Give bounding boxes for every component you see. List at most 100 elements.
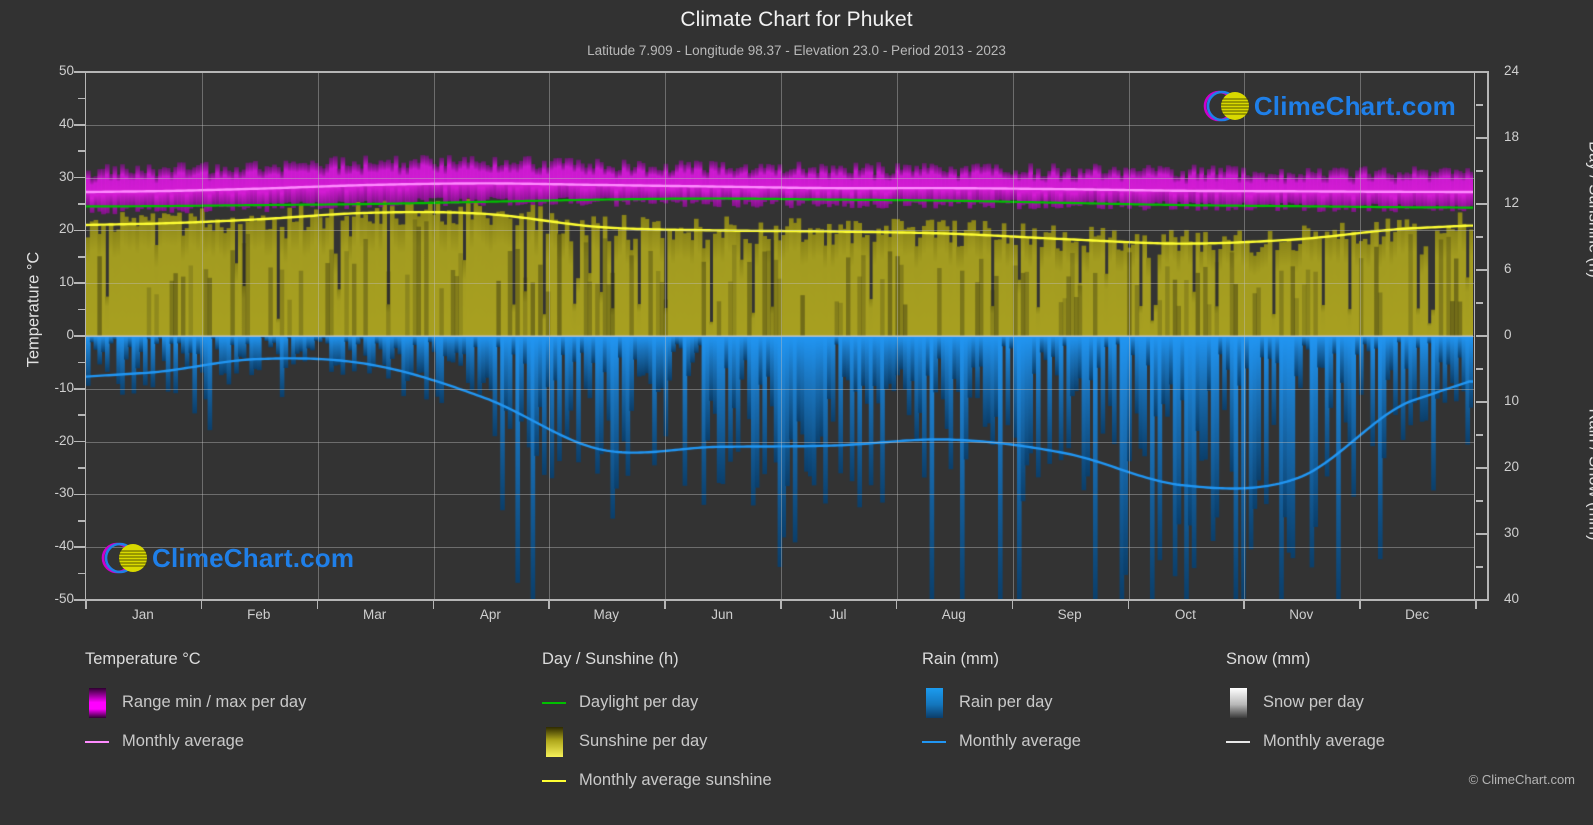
y-axis-tickmark-minor bbox=[78, 256, 85, 258]
y-axis-tick-label: 50 bbox=[58, 63, 74, 78]
y-axis-tickmark bbox=[74, 71, 85, 73]
y-axis-tickmark-minor bbox=[78, 467, 85, 469]
page-title: Climate Chart for Phuket bbox=[680, 8, 913, 31]
x-axis-tick-label-mar: Mar bbox=[362, 607, 387, 622]
watermark-text-bottom: ClimeChart.com bbox=[152, 542, 355, 573]
y-axis-tickmark bbox=[74, 335, 85, 337]
right-axis-tick-label-mm: 20 bbox=[1504, 459, 1520, 474]
legend-item[interactable]: Range min / max per day bbox=[85, 683, 306, 722]
white-line bbox=[1226, 740, 1250, 743]
right-axis-tickmark bbox=[1476, 335, 1487, 337]
right-axis-tickmark-minor bbox=[1476, 302, 1483, 304]
x-axis-tickmark bbox=[316, 600, 319, 609]
y-axis-tickmark bbox=[74, 176, 85, 179]
right-axis-tickmark-minor bbox=[1476, 566, 1483, 568]
x-axis-tick-label-may: May bbox=[593, 607, 620, 622]
right-axis-tickmark-minor bbox=[1476, 170, 1483, 172]
right-axis-line bbox=[1487, 71, 1489, 601]
x-axis-tick-label-jan: Jan bbox=[132, 607, 154, 622]
right-axis-tick-label-hours: 12 bbox=[1504, 195, 1520, 210]
legend-item-label: Monthly average sunshine bbox=[579, 771, 772, 789]
legend-item-label: Daylight per day bbox=[579, 693, 699, 711]
y-axis-tickmark-minor bbox=[78, 150, 85, 152]
blue-gradient-box bbox=[925, 687, 943, 718]
legend-item[interactable]: Monthly average sunshine bbox=[542, 761, 772, 800]
x-axis-tick-label-aug: Aug bbox=[941, 607, 966, 622]
legend-item[interactable]: Monthly average bbox=[85, 722, 306, 761]
x-axis-tickmark bbox=[1359, 600, 1361, 609]
x-axis-tickmark bbox=[1243, 600, 1245, 609]
legend-item-label: Range min / max per day bbox=[122, 693, 307, 711]
right-axis-tickmark-minor bbox=[1476, 236, 1483, 238]
right-axis-tickmark bbox=[1476, 71, 1487, 73]
x-axis-tick-label-dec: Dec bbox=[1405, 607, 1430, 622]
watermark-logo-top: ClimeChart.com bbox=[1202, 86, 1456, 126]
x-axis-tick-label-feb: Feb bbox=[247, 607, 271, 622]
legend-item-label: Monthly average bbox=[122, 732, 244, 750]
legend-item-label: Sunshine per day bbox=[579, 732, 708, 750]
x-axis-tickmark bbox=[432, 600, 434, 609]
legend-group-rain-mm: Rain (mm) Rain per day Monthly average bbox=[922, 650, 1081, 761]
y-axis-tickmark bbox=[74, 282, 85, 284]
right-axis-tickmark bbox=[1476, 533, 1487, 535]
legend-group-snow-mm: Snow (mm) Snow per day Monthly average bbox=[1226, 650, 1385, 761]
y-axis-tickmark-minor bbox=[78, 361, 85, 364]
watermark-logo-bottom: ClimeChart.com bbox=[100, 538, 354, 578]
x-axis-tickmark bbox=[85, 600, 87, 609]
x-axis-tickmark bbox=[1127, 600, 1129, 609]
blue-line bbox=[922, 740, 946, 743]
green-line bbox=[542, 701, 566, 704]
legend-item-label: Snow per day bbox=[1263, 693, 1364, 711]
y-axis-tick-label: -40 bbox=[54, 538, 74, 554]
legend-group-temperature-c: Temperature °C Range min / max per day Mon… bbox=[85, 650, 306, 761]
x-axis-tick-label-jun: Jun bbox=[711, 607, 733, 622]
climate-chart: Climate Chart for Phuket Latitude 7.909 … bbox=[0, 0, 1593, 825]
legend-item[interactable]: Daylight per day bbox=[542, 683, 772, 722]
legend-item[interactable]: Monthly average bbox=[922, 722, 1081, 761]
right-axis-tickmark-minor bbox=[1476, 269, 1483, 271]
y-axis-tickmark bbox=[74, 546, 85, 548]
right-axis-tickmark-minor bbox=[1476, 104, 1483, 106]
right-axis-tickmark-minor bbox=[1476, 368, 1483, 370]
magenta-line bbox=[85, 740, 109, 743]
right-axis-tickmark-minor bbox=[1476, 500, 1483, 502]
right-axis-tick-label-hours: 6 bbox=[1504, 261, 1512, 276]
legend-heading: Temperature °C bbox=[85, 650, 201, 668]
y-axis-tickmark bbox=[74, 229, 85, 232]
y-axis-tickmark-minor bbox=[78, 203, 85, 205]
x-axis-tickmark bbox=[548, 600, 550, 609]
legend-group-day-sunshine-h: Day / Sunshine (h) Daylight per day Sunshi… bbox=[542, 650, 772, 800]
x-axis-tick-label-oct: Oct bbox=[1174, 607, 1196, 622]
watermark-text-top: ClimeChart.com bbox=[1253, 90, 1456, 121]
y-axis-tickmark-minor bbox=[78, 572, 85, 575]
legend-item-label: Rain per day bbox=[959, 693, 1053, 711]
legend-item[interactable]: Monthly average bbox=[1226, 722, 1385, 761]
legend-item[interactable]: Snow per day bbox=[1226, 683, 1385, 722]
page-subtitle: Latitude 7.909 - Longitude 98.37 - Eleva… bbox=[587, 43, 1006, 58]
legend-item[interactable]: Rain per day bbox=[922, 683, 1081, 722]
x-axis-tickmark bbox=[895, 600, 898, 609]
x-axis-tickmark bbox=[1475, 600, 1477, 609]
y-axis-tickmark-minor bbox=[78, 97, 85, 100]
x-axis-tick-label-apr: Apr bbox=[479, 607, 501, 622]
x-axis-tickmark bbox=[1011, 600, 1014, 609]
right-axis-title-bottom: Rain / Snow (mm) bbox=[1585, 408, 1593, 541]
x-axis-tickmark bbox=[200, 600, 203, 609]
x-axis-tick-label-sep: Sep bbox=[1057, 607, 1082, 622]
right-axis-tick-label-mm: 10 bbox=[1504, 393, 1520, 408]
right-axis-tickmark bbox=[1476, 467, 1487, 469]
y-axis-tick-label: -50 bbox=[54, 591, 74, 606]
right-axis-tick-label-mm: 30 bbox=[1504, 525, 1520, 540]
y-axis-tickmark bbox=[74, 440, 85, 443]
y-axis-tickmark-minor bbox=[78, 520, 85, 522]
right-axis-tick-label-hours: 24 bbox=[1504, 63, 1520, 78]
legend-item[interactable]: Sunshine per day bbox=[542, 722, 772, 761]
copyright-text: © ClimeChart.com bbox=[1468, 772, 1575, 787]
y-axis-tickmark-minor bbox=[78, 414, 85, 416]
legend-heading: Rain (mm) bbox=[922, 650, 999, 668]
right-axis-tickmark-minor bbox=[1476, 434, 1483, 436]
legend-heading: Snow (mm) bbox=[1226, 650, 1311, 668]
right-axis-tickmark bbox=[1476, 401, 1487, 403]
yellow-line bbox=[542, 779, 566, 782]
y-axis-tickmark-minor bbox=[78, 308, 85, 311]
